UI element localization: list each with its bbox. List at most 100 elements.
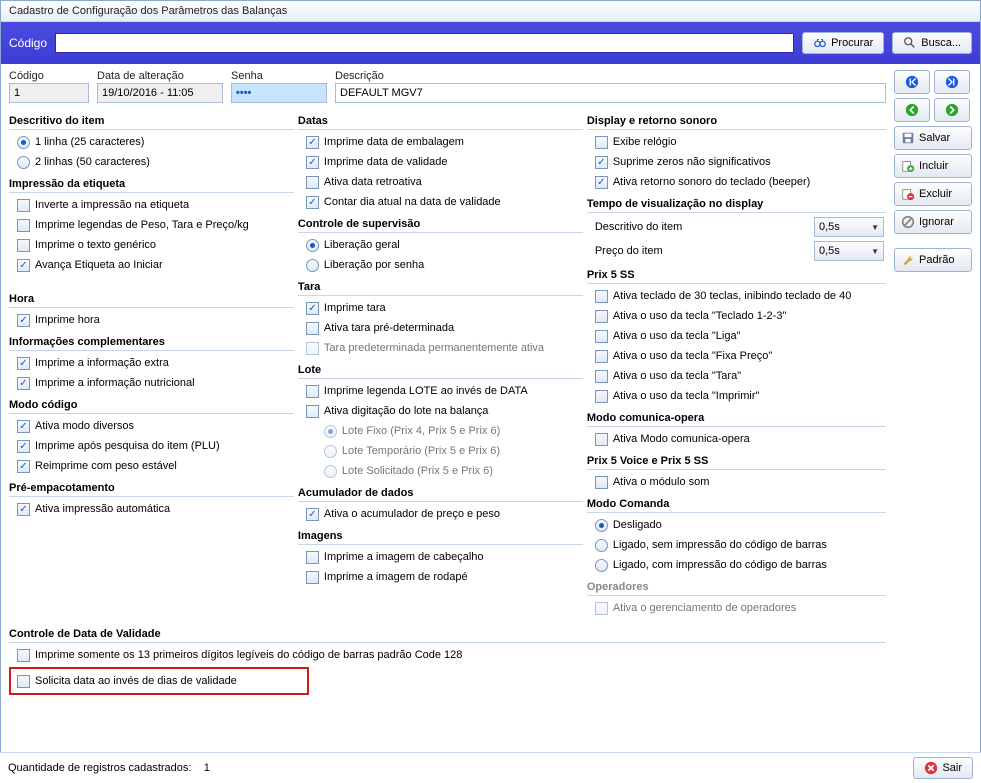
chk-tecla-fixa[interactable] — [595, 350, 608, 363]
search-codigo-input[interactable] — [55, 33, 794, 53]
chk-data-retro[interactable] — [306, 176, 319, 189]
chk-beeper[interactable]: ✓ — [595, 176, 608, 189]
chk-suprime-zeros[interactable]: ✓ — [595, 156, 608, 169]
procurar-button[interactable]: Procurar — [802, 32, 884, 54]
section-impressao: Impressão da etiqueta — [9, 176, 294, 193]
chk-acumulador[interactable]: ✓ — [306, 508, 319, 521]
descricao-label: Descrição — [335, 70, 886, 82]
nav-next-button[interactable] — [934, 98, 970, 122]
chk-tecla-imprimir[interactable] — [595, 390, 608, 403]
chk-img-rodape[interactable] — [306, 571, 319, 584]
excluir-button[interactable]: Excluir — [894, 182, 972, 206]
side-toolbar: Salvar Incluir Excluir Ignorar Padrão — [894, 70, 972, 699]
chk-relogio[interactable] — [595, 136, 608, 149]
chk-pre-auto[interactable]: ✓ — [17, 503, 30, 516]
chk-comunica-opera[interactable] — [595, 433, 608, 446]
chk-info-nutri[interactable]: ✓ — [17, 377, 30, 390]
nav-last-button[interactable] — [934, 70, 970, 94]
chk-reimprime[interactable]: ✓ — [17, 460, 30, 473]
chk-contar-dia[interactable]: ✓ — [306, 196, 319, 209]
chk-legendas[interactable] — [17, 219, 30, 232]
chk-imprime-hora[interactable]: ✓ — [17, 314, 30, 327]
last-icon — [945, 75, 959, 89]
radio-lote-sol — [324, 465, 337, 478]
chk-modulo-som[interactable] — [595, 476, 608, 489]
chk-data-emb[interactable]: ✓ — [306, 136, 319, 149]
salvar-button[interactable]: Salvar — [894, 126, 972, 150]
section-tara: Tara — [298, 279, 583, 296]
next-icon — [945, 103, 959, 117]
section-descritivo: Descritivo do item — [9, 113, 294, 130]
chk-imprime-apos[interactable]: ✓ — [17, 440, 30, 453]
nav-first-button[interactable] — [894, 70, 930, 94]
chk-data-val[interactable]: ✓ — [306, 156, 319, 169]
section-comanda: Modo Comanda — [587, 496, 886, 513]
first-icon — [905, 75, 919, 89]
incluir-button[interactable]: Incluir — [894, 154, 972, 178]
search-icon — [903, 36, 917, 50]
chevron-down-icon: ▼ — [871, 223, 879, 232]
nav-prev-button[interactable] — [894, 98, 930, 122]
tempo-preco-select[interactable]: 0,5s▼ — [814, 241, 884, 261]
save-icon — [901, 131, 915, 145]
chk-modo-diversos[interactable]: ✓ — [17, 420, 30, 433]
search-bar: Código Procurar Busca... — [1, 22, 980, 64]
chk-img-cabecalho[interactable] — [306, 551, 319, 564]
busca-button[interactable]: Busca... — [892, 32, 972, 54]
section-hora: Hora — [9, 291, 294, 308]
binoculars-icon — [813, 36, 827, 50]
radio-desligado[interactable] — [595, 519, 608, 532]
senha-label: Senha — [231, 70, 327, 82]
senha-input[interactable] — [231, 83, 327, 103]
chk-texto-generico[interactable] — [17, 239, 30, 252]
chk-inverte[interactable] — [17, 199, 30, 212]
chk-tara-perm — [306, 342, 319, 355]
section-operadores: Operadores — [587, 579, 886, 596]
window-title: Cadastro de Configuração dos Parâmetros … — [9, 5, 287, 17]
chk-lote-dig[interactable] — [306, 405, 319, 418]
codigo-label: Código — [9, 70, 89, 82]
chk-tecla-123[interactable] — [595, 310, 608, 323]
chk-lote-legenda[interactable] — [306, 385, 319, 398]
ignorar-button[interactable]: Ignorar — [894, 210, 972, 234]
radio-1linha[interactable] — [17, 136, 30, 149]
tempo-preco-label: Preço do item — [595, 245, 806, 257]
column-left: Descritivo do item 1 linha (25 caractere… — [9, 109, 294, 618]
codigo-input[interactable] — [9, 83, 89, 103]
tempo-descritivo-select[interactable]: 0,5s▼ — [814, 217, 884, 237]
ignore-icon — [901, 215, 915, 229]
chk-imprime-tara[interactable]: ✓ — [306, 302, 319, 315]
footer-count: 1 — [204, 762, 210, 774]
chk-tecla-tara[interactable] — [595, 370, 608, 383]
radio-ligado-sem[interactable] — [595, 539, 608, 552]
radio-2linhas[interactable] — [17, 156, 30, 169]
wrench-icon — [901, 253, 915, 267]
padrao-button[interactable]: Padrão — [894, 248, 972, 272]
chk-teclado30[interactable] — [595, 290, 608, 303]
chevron-down-icon: ▼ — [871, 247, 879, 256]
chk-avanca[interactable]: ✓ — [17, 259, 30, 272]
radio-lib-geral[interactable] — [306, 239, 319, 252]
footer-label: Quantidade de registros cadastrados: — [8, 762, 191, 774]
sair-button[interactable]: Sair — [913, 757, 973, 779]
chk-tara-pre[interactable] — [306, 322, 319, 335]
add-icon — [901, 159, 915, 173]
chk-info-extra[interactable]: ✓ — [17, 357, 30, 370]
radio-lote-temp — [324, 445, 337, 458]
radio-lote-fixo — [324, 425, 337, 438]
radio-lib-senha[interactable] — [306, 259, 319, 272]
section-tempo-vis: Tempo de visualização no display — [587, 196, 886, 213]
section-controle-sup: Controle de supervisão — [298, 216, 583, 233]
chk-solicita-data[interactable] — [17, 675, 30, 688]
section-controle-validade: Controle de Data de Validade — [9, 626, 886, 643]
search-codigo-label: Código — [9, 36, 47, 50]
descricao-input[interactable] — [335, 83, 886, 103]
section-voice: Prix 5 Voice e Prix 5 SS — [587, 453, 886, 470]
section-prix5ss: Prix 5 SS — [587, 267, 886, 284]
radio-ligado-com[interactable] — [595, 559, 608, 572]
chk-tecla-liga[interactable] — [595, 330, 608, 343]
section-preempac: Pré-empacotamento — [9, 480, 294, 497]
close-icon — [924, 761, 938, 775]
section-imagens: Imagens — [298, 528, 583, 545]
chk-code128[interactable] — [17, 649, 30, 662]
